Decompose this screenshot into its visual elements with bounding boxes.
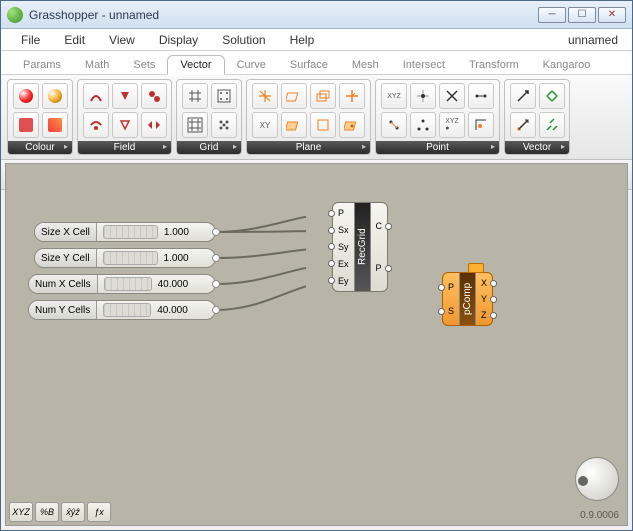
ribbon: Colour Field Grid bbox=[1, 75, 632, 160]
point-tool-2[interactable] bbox=[410, 83, 436, 109]
canvas-toolbar: XYZ %B x̂ŷẑ ƒx bbox=[9, 502, 111, 522]
colour-tool-4[interactable] bbox=[42, 112, 68, 138]
point-tool-7[interactable]: XYZ● bbox=[439, 112, 465, 138]
input-port[interactable] bbox=[328, 260, 335, 267]
mini-fx-button[interactable]: ƒx bbox=[87, 502, 111, 522]
menubar: File Edit View Display Solution Help unn… bbox=[1, 29, 632, 51]
tab-intersect[interactable]: Intersect bbox=[391, 56, 457, 74]
tab-sets[interactable]: Sets bbox=[121, 56, 167, 74]
component-label: RecGrid bbox=[354, 203, 371, 291]
mini-xyz2-button[interactable]: x̂ŷẑ bbox=[61, 502, 85, 522]
grid-tool-4[interactable] bbox=[211, 112, 237, 138]
slider-num-y[interactable]: Num Y Cells 40.000 bbox=[28, 300, 216, 320]
output-port[interactable] bbox=[490, 312, 497, 319]
warning-badge[interactable] bbox=[468, 263, 484, 273]
app-icon bbox=[7, 7, 23, 23]
plane-tool-6[interactable] bbox=[281, 112, 307, 138]
vector-tool-1[interactable] bbox=[510, 83, 536, 109]
menu-view[interactable]: View bbox=[97, 31, 147, 49]
menu-edit[interactable]: Edit bbox=[52, 31, 97, 49]
component-pcomp[interactable]: P S pComp X Y Z bbox=[442, 272, 493, 326]
plane-tool-2[interactable] bbox=[281, 83, 307, 109]
panel-vector: Vector bbox=[504, 79, 570, 155]
plane-tool-5[interactable]: XY bbox=[252, 112, 278, 138]
point-tool-5[interactable] bbox=[381, 112, 407, 138]
tab-kangaroo[interactable]: Kangaroo bbox=[531, 56, 603, 74]
field-tool-1[interactable] bbox=[83, 83, 109, 109]
input-port[interactable] bbox=[438, 284, 445, 291]
window-title: Grasshopper - unnamed bbox=[29, 8, 538, 22]
input-port[interactable] bbox=[328, 227, 335, 234]
slider-size-x[interactable]: Size X Cell 1.000 bbox=[34, 222, 216, 242]
vector-tool-2[interactable] bbox=[539, 83, 565, 109]
input-port[interactable] bbox=[328, 210, 335, 217]
colour-tool-1[interactable] bbox=[13, 83, 39, 109]
compass-widget[interactable] bbox=[575, 457, 619, 501]
tab-mesh[interactable]: Mesh bbox=[340, 56, 391, 74]
tab-curve[interactable]: Curve bbox=[225, 56, 278, 74]
field-tool-5[interactable] bbox=[112, 112, 138, 138]
plane-tool-7[interactable] bbox=[310, 112, 336, 138]
point-tool-3[interactable] bbox=[439, 83, 465, 109]
slider-num-x[interactable]: Num X Cells 40.000 bbox=[28, 274, 216, 294]
tab-transform[interactable]: Transform bbox=[457, 56, 531, 74]
panel-colour: Colour bbox=[7, 79, 73, 155]
field-tool-4[interactable] bbox=[83, 112, 109, 138]
colour-tool-3[interactable] bbox=[13, 112, 39, 138]
grid-tool-3[interactable] bbox=[182, 112, 208, 138]
minimize-button[interactable]: ─ bbox=[538, 7, 566, 23]
input-port[interactable] bbox=[438, 308, 445, 315]
menu-help[interactable]: Help bbox=[278, 31, 327, 49]
menu-solution[interactable]: Solution bbox=[210, 31, 277, 49]
mini-xyz-button[interactable]: XYZ bbox=[9, 502, 33, 522]
plane-tool-8[interactable] bbox=[339, 112, 365, 138]
menu-file[interactable]: File bbox=[9, 31, 52, 49]
panel-field: Field bbox=[77, 79, 172, 155]
menu-display[interactable]: Display bbox=[147, 31, 210, 49]
point-tool-1[interactable]: XYZ bbox=[381, 83, 407, 109]
tabbar: Params Math Sets Vector Curve Surface Me… bbox=[1, 51, 632, 75]
point-tool-6[interactable] bbox=[410, 112, 436, 138]
tab-math[interactable]: Math bbox=[73, 56, 121, 74]
field-tool-2[interactable] bbox=[112, 83, 138, 109]
tab-params[interactable]: Params bbox=[11, 56, 73, 74]
grid-tool-1[interactable] bbox=[182, 83, 208, 109]
slider-size-y[interactable]: Size Y Cell 1.000 bbox=[34, 248, 216, 268]
component-label: pComp bbox=[459, 273, 476, 325]
input-port[interactable] bbox=[328, 277, 335, 284]
titlebar: Grasshopper - unnamed ─ ☐ ✕ bbox=[1, 1, 632, 29]
slider-output[interactable] bbox=[212, 280, 220, 288]
field-tool-3[interactable] bbox=[141, 83, 167, 109]
maximize-button[interactable]: ☐ bbox=[568, 7, 596, 23]
output-port[interactable] bbox=[385, 265, 392, 272]
plane-tool-1[interactable] bbox=[252, 83, 278, 109]
component-recgrid[interactable]: P Sx Sy Ex Ey RecGrid C P bbox=[332, 202, 388, 292]
document-name: unnamed bbox=[568, 33, 624, 47]
output-port[interactable] bbox=[490, 280, 497, 287]
close-button[interactable]: ✕ bbox=[598, 7, 626, 23]
panel-plane: XY Plane bbox=[246, 79, 371, 155]
plane-tool-3[interactable] bbox=[310, 83, 336, 109]
slider-output[interactable] bbox=[212, 254, 220, 262]
grid-tool-2[interactable] bbox=[211, 83, 237, 109]
input-port[interactable] bbox=[328, 243, 335, 250]
colour-tool-2[interactable] bbox=[42, 83, 68, 109]
tab-vector[interactable]: Vector bbox=[167, 55, 224, 75]
vector-tool-4[interactable] bbox=[539, 112, 565, 138]
mini-percent-button[interactable]: %B bbox=[35, 502, 59, 522]
vector-tool-3[interactable] bbox=[510, 112, 536, 138]
point-tool-8[interactable] bbox=[468, 112, 494, 138]
version-label: 0.9.0006 bbox=[580, 510, 619, 521]
output-port[interactable] bbox=[385, 223, 392, 230]
output-port[interactable] bbox=[490, 296, 497, 303]
point-tool-4[interactable] bbox=[468, 83, 494, 109]
panel-point: XYZ XYZ● Point bbox=[375, 79, 500, 155]
plane-tool-4[interactable] bbox=[339, 83, 365, 109]
field-tool-6[interactable] bbox=[141, 112, 167, 138]
canvas[interactable]: Size X Cell 1.000 Size Y Cell 1.000 Num … bbox=[5, 163, 628, 526]
tab-surface[interactable]: Surface bbox=[278, 56, 340, 74]
slider-output[interactable] bbox=[212, 228, 220, 236]
panel-grid: Grid bbox=[176, 79, 242, 155]
slider-output[interactable] bbox=[212, 306, 220, 314]
